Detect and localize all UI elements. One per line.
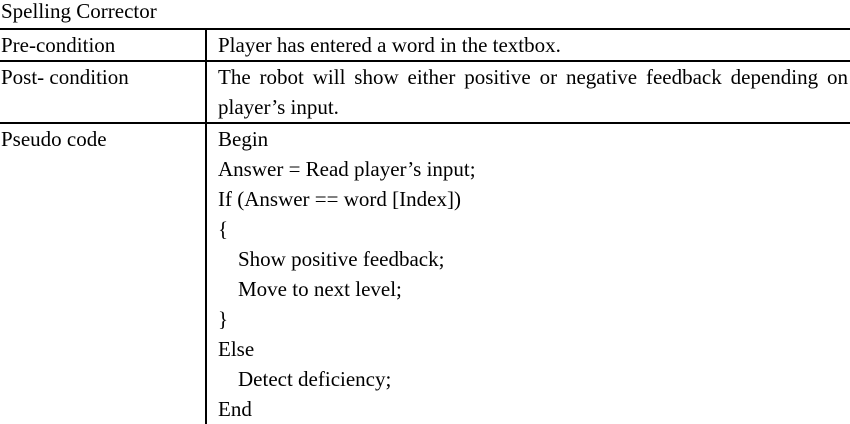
code-line: Show positive feedback; [238, 247, 445, 271]
code-line: { [218, 217, 229, 241]
code-line: Move to next level; [238, 277, 402, 301]
table-row-precondition: Pre-condition Player has entered a word … [0, 28, 850, 62]
table-caption: Spelling Corrector [1, 0, 157, 23]
row-label-pseudocode: Pseudo code [0, 122, 207, 424]
row-value-postcondition: The robot will show either positive or n… [205, 60, 850, 124]
code-line: Else [218, 337, 255, 361]
row-value-precondition: Player has entered a word in the textbox… [205, 28, 850, 62]
code-line: End [218, 397, 252, 421]
use-case-table: Pre-condition Player has entered a word … [0, 28, 850, 424]
code-line: } [218, 307, 229, 331]
pseudo-code-block: Begin Answer = Read player’s input; If (… [205, 122, 850, 424]
row-label-postcondition: Post- condition [0, 60, 207, 124]
code-line: Detect deficiency; [238, 367, 392, 391]
code-line: Begin [218, 127, 269, 151]
code-line: Answer = Read player’s input; [218, 157, 476, 181]
table-row-postcondition: Post- condition The robot will show eith… [0, 60, 850, 124]
table-row-pseudocode: Pseudo code Begin Answer = Read player’s… [0, 122, 850, 424]
row-label-precondition: Pre-condition [0, 28, 207, 62]
code-line: If (Answer == word [Index]) [218, 187, 461, 211]
